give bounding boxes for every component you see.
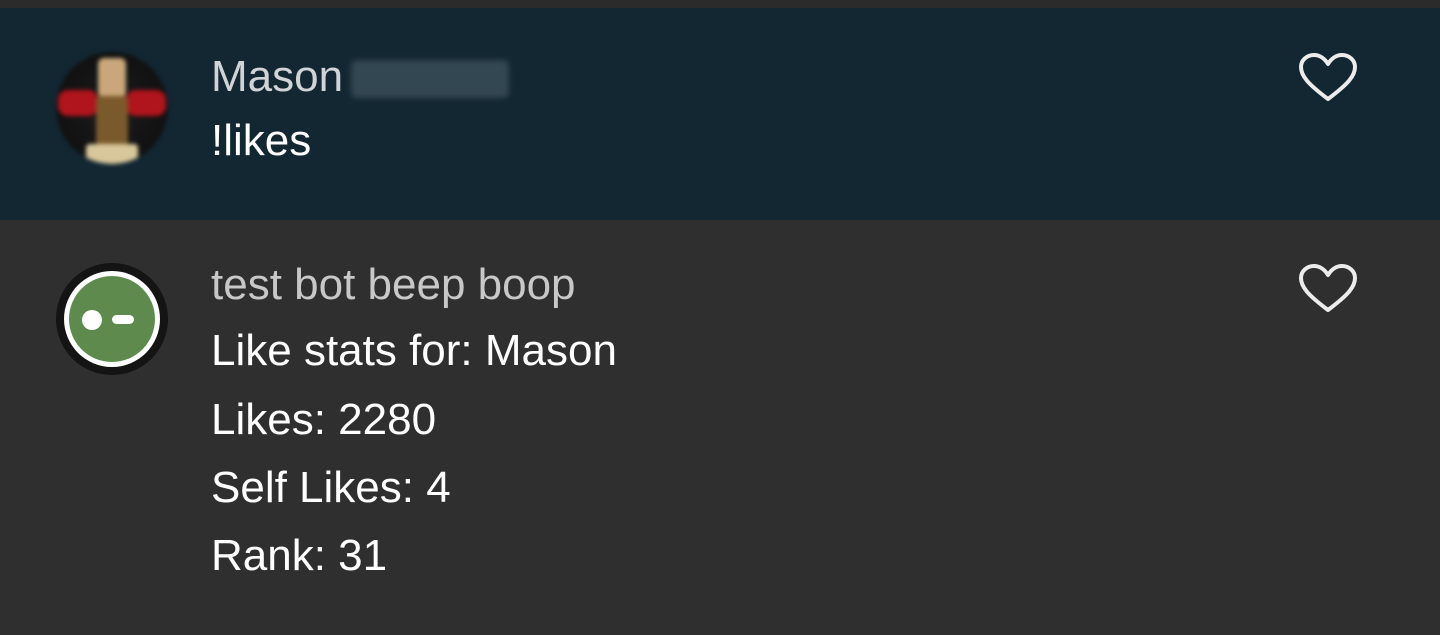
message-text: !likes	[211, 116, 312, 165]
avatar-detail	[126, 90, 166, 116]
avatar-detail	[98, 58, 126, 98]
avatar-detail	[96, 96, 128, 146]
avatar-detail	[58, 90, 98, 116]
message-text: Self Likes: 4	[211, 463, 451, 512]
author-name[interactable]: test bot beep boop	[211, 260, 576, 310]
heart-icon[interactable]	[1298, 52, 1358, 104]
redacted-surname	[351, 60, 510, 99]
user-avatar[interactable]	[56, 52, 168, 164]
author-name-text: Mason	[211, 52, 344, 101]
message-text: Likes: 2280	[211, 395, 437, 444]
message-row[interactable]: test bot beep boop Like stats for: Mason…	[0, 220, 1440, 635]
author-name[interactable]: Mason	[211, 52, 510, 102]
heart-icon[interactable]	[1298, 263, 1358, 315]
top-divider	[0, 0, 1440, 8]
message-text: Rank: 31	[211, 531, 388, 580]
bot-avatar[interactable]	[56, 263, 168, 375]
message-text: Like stats for: Mason	[211, 326, 617, 375]
message-row[interactable]: Mason !likes	[0, 8, 1440, 220]
avatar-detail	[86, 144, 138, 164]
